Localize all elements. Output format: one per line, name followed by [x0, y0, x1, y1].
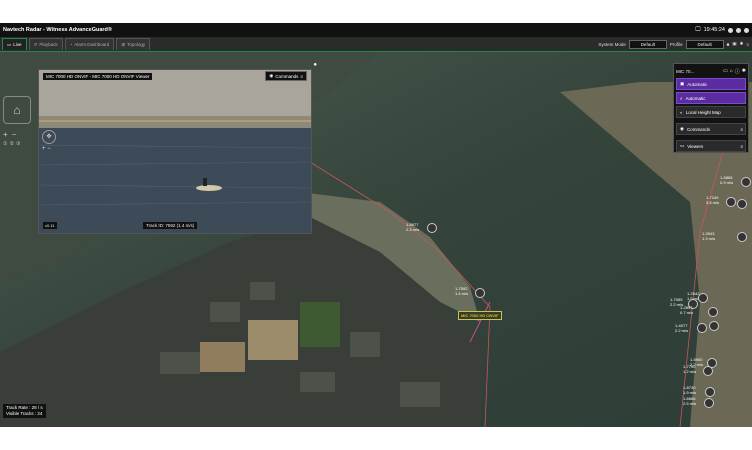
tab-playback[interactable]: ↺ Playback: [28, 38, 63, 50]
menu-icon[interactable]: ≡: [746, 42, 749, 47]
ptz-control-icon[interactable]: ✥: [42, 130, 56, 144]
track-label[interactable]: 1-3943 1.3 m/s: [702, 231, 715, 241]
track-stats: Track Rate : 28 / s Visible Tracks : 24: [3, 404, 46, 418]
panel-commands-button[interactable]: ◉ Commands ≡: [676, 123, 746, 135]
tab-bar: ▭ Live ↺ Playback ◔ Alarm Dashboard ⊞ To…: [0, 37, 752, 52]
track-label[interactable]: 1-7249 3.5 m/s: [706, 195, 719, 205]
lock-icon[interactable]: ■: [727, 42, 730, 47]
person-icon[interactable]: [704, 398, 714, 408]
camera-viewer[interactable]: MIC 7000 HD ONVIF - MIC 7000 HD ONVIF Vi…: [38, 62, 317, 234]
tab-alarm-dashboard[interactable]: ◔ Alarm Dashboard: [64, 38, 115, 50]
viewer-title: MIC 7000 HD ONVIF - MIC 7000 HD ONVIF Vi…: [43, 72, 153, 80]
viewer-header: MIC 7000 HD ONVIF - MIC 7000 HD ONVIF Vi…: [39, 70, 311, 82]
history-icon: ↺: [33, 41, 38, 47]
profile-select[interactable]: Default: [685, 39, 724, 49]
track-info: Track ID: 7592 (1.4 m/s): [143, 222, 198, 229]
zoom-out-icon[interactable]: −: [12, 130, 17, 139]
tab-live[interactable]: ▭ Live: [2, 38, 27, 50]
monitor-icon[interactable]: ▭: [723, 68, 728, 75]
menu-icon: ≡: [300, 73, 303, 79]
monitor-icon: ▭: [7, 41, 12, 47]
track-label[interactable]: 1-5865 0.9 m/s: [720, 175, 733, 185]
boat-icon[interactable]: [475, 288, 485, 298]
map-nav-controls: ⌂ + − ① ② ③: [3, 96, 33, 147]
person-icon[interactable]: [698, 293, 708, 303]
viewer-commands-button[interactable]: ◉ Commands ≡: [265, 71, 307, 81]
tab-topology[interactable]: ⊞ Topology: [116, 38, 151, 50]
visible-tracks: Visible Tracks : 24: [6, 411, 43, 416]
monitor-icon[interactable]: 🖵: [695, 27, 700, 34]
zoom-out-icon[interactable]: −: [47, 146, 51, 152]
person-icon[interactable]: [697, 323, 707, 333]
target-icon: ◉: [680, 126, 684, 131]
person-icon[interactable]: [703, 366, 713, 376]
gear-icon[interactable]: ✱: [740, 41, 744, 47]
camera-control-panel: MIC 70... ▭ ⌂ ⓘ ✱ ▣ Automatic ⌕ Automati…: [673, 63, 749, 153]
track-label[interactable]: 1-2897 0.7 m/s: [680, 305, 693, 315]
close-icon[interactable]: [744, 27, 749, 33]
track-label[interactable]: 1-8977 2.3 m/s: [406, 222, 419, 232]
alarm-icon: ◔: [69, 42, 73, 47]
panel-header: MIC 70... ▭ ⌂ ⓘ ✱: [676, 66, 746, 76]
mode-controls: System Mode Default Profile Default ■ ▣ …: [598, 39, 749, 49]
person-icon[interactable]: [709, 321, 719, 331]
layer-1-icon[interactable]: ①: [3, 141, 7, 147]
home-icon[interactable]: ⌂: [730, 68, 733, 75]
clock-time: 19:45:24: [703, 27, 725, 33]
person-icon[interactable]: [737, 232, 747, 242]
chat-icon[interactable]: ▣: [732, 41, 736, 47]
person-icon[interactable]: [726, 197, 736, 207]
viewer-version: v0.11: [43, 222, 57, 229]
target-icon: ◉: [269, 73, 274, 78]
close-icon[interactable]: ●: [313, 62, 317, 68]
maximize-icon[interactable]: [736, 27, 741, 33]
profile-label: Profile: [669, 41, 683, 47]
track-label[interactable]: 1-4077 2.2 m/s: [675, 323, 688, 333]
panel-title: MIC 70...: [676, 68, 695, 74]
search-icon: ⌕: [680, 95, 683, 101]
title-bar-controls: 🖵 19:45:24: [695, 27, 749, 34]
topology-icon: ⊞: [121, 41, 126, 47]
info-icon[interactable]: ⓘ: [735, 68, 740, 75]
app-title: Navtech Radar - Witness AdvanceGuard®: [3, 27, 112, 33]
title-bar: Navtech Radar - Witness AdvanceGuard® 🖵 …: [0, 23, 752, 37]
menu-icon: ≡: [740, 143, 743, 149]
automatic-mode-button[interactable]: ▣ Automatic: [676, 78, 746, 90]
boat-icon[interactable]: [427, 223, 437, 233]
app-window: Navtech Radar - Witness AdvanceGuard® 🖵 …: [0, 23, 752, 427]
person-icon[interactable]: [741, 177, 751, 187]
track-label[interactable]: 1-6666 2.5 m/s: [683, 396, 696, 406]
camera-icon: ▣: [680, 81, 685, 86]
local-height-map-button[interactable]: ◐ Local Height Map: [676, 106, 746, 118]
layer-2-icon[interactable]: ②: [9, 141, 13, 147]
camera-label: MIC 7000 HD ONVIF: [458, 311, 502, 320]
camera-feed: [39, 70, 311, 233]
gear-icon[interactable]: ✱: [742, 68, 746, 75]
track-label[interactable]: 1-7790 1.2 m/s: [683, 364, 696, 374]
track-label[interactable]: 1-8730 1.9 m/s: [683, 385, 696, 395]
minimize-icon[interactable]: [728, 27, 733, 33]
person-icon[interactable]: [708, 307, 718, 317]
zoom-in-icon[interactable]: +: [3, 130, 8, 139]
automatic-search-button[interactable]: ⌕ Automatic: [676, 92, 746, 104]
layer-3-icon[interactable]: ③: [16, 141, 20, 147]
menu-icon: ≡: [740, 126, 743, 132]
track-label[interactable]: 1-7592 1.4 m/s: [455, 286, 468, 296]
monitor-icon: ▭: [680, 143, 685, 148]
person-icon[interactable]: [737, 199, 747, 209]
map-icon: ◐: [680, 109, 683, 115]
system-mode-label: System Mode: [598, 41, 626, 47]
zoom-in-icon[interactable]: +: [42, 146, 46, 152]
person-icon[interactable]: [705, 387, 715, 397]
system-mode-select[interactable]: Default: [628, 39, 667, 49]
pan-icon[interactable]: ⌂: [3, 96, 31, 124]
panel-viewers-button[interactable]: ▭ Viewers ≡: [676, 140, 746, 152]
